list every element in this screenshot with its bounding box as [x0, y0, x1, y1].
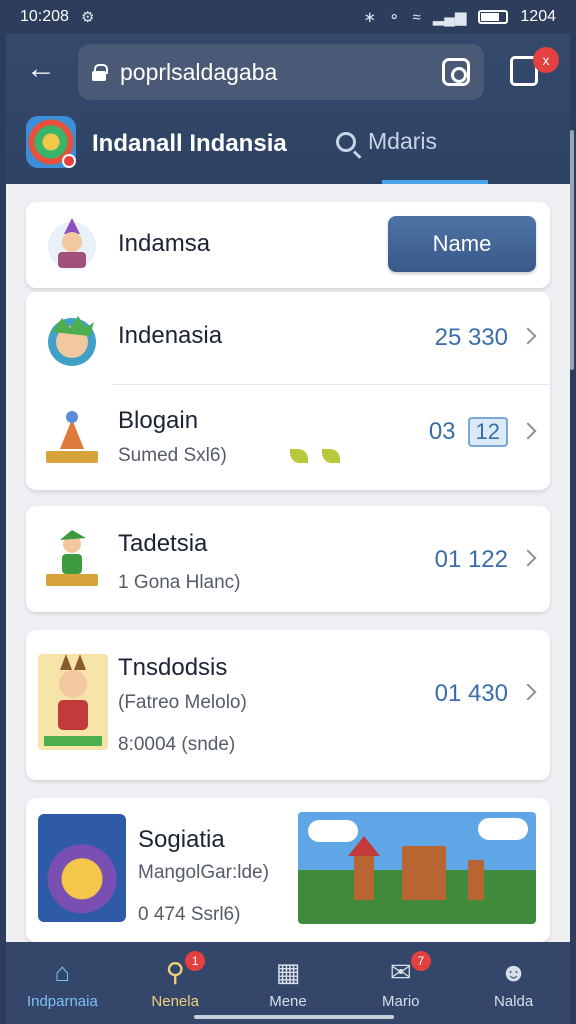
list-item[interactable]: Tadetsia 1 Gona Hlanc) 01 122 — [26, 506, 550, 612]
chevron-right-icon — [519, 327, 537, 345]
row-value: 03 12 — [429, 417, 508, 447]
row-detail: 8:0004 (snde) — [118, 734, 236, 755]
game-cover-icon — [38, 814, 126, 922]
tabs-badge: x — [533, 47, 559, 73]
wifi-icon: ≈ — [412, 8, 421, 26]
leaf-icon — [290, 449, 308, 463]
camera-icon[interactable] — [442, 58, 470, 86]
nav-item-profile[interactable]: ☻ Nalda — [464, 957, 564, 1010]
warrior-avatar-icon — [38, 654, 108, 750]
nav-label: Nalda — [493, 992, 534, 1010]
card-game: Sogiatia MangolGar:lde) 0 474 Ssrl6) — [26, 798, 550, 942]
signal-icon: ▂▄▆ — [432, 9, 467, 26]
nav-item-inbox[interactable]: ✉ 7 Mario — [351, 950, 451, 1010]
card-item: Tadetsia 1 Gona Hlanc) 01 122 — [26, 506, 550, 612]
tower-roof — [348, 836, 380, 856]
castle — [402, 846, 446, 900]
tabs-button[interactable]: x — [510, 47, 559, 86]
card-profile: Indamsa Name — [26, 202, 550, 288]
trophy-icon — [46, 411, 98, 463]
row-subtitle: MangolGar:lde) — [138, 862, 269, 883]
pillar — [468, 860, 484, 900]
search-icon — [336, 131, 356, 152]
nav-label: Mario — [382, 992, 420, 1010]
row-title: Tnsdodsis — [118, 654, 228, 681]
elf-avatar-icon — [46, 530, 98, 586]
wizard-avatar-icon — [48, 218, 96, 270]
nav-label: Mene — [269, 992, 307, 1010]
nav-item-search[interactable]: ⚲ 1 Nenela — [125, 950, 225, 1010]
profile-icon: ☻ — [499, 956, 528, 987]
bottom-nav: ⌂ Indparnaia ⚲ 1 Nenela ▦ Mene ✉ 7 Mario… — [6, 942, 570, 1024]
app-header: ← poprlsaldagaba x Indanall Indansia Mda… — [6, 34, 570, 184]
nav-label: Indparnaia — [26, 992, 98, 1010]
row-value: 01 122 — [434, 546, 508, 573]
chevron-right-icon — [519, 422, 537, 440]
character-avatar-icon — [48, 316, 96, 366]
bluetooth-icon: ∗ — [363, 9, 376, 26]
list-item[interactable]: Indenasia 25 330 — [26, 292, 550, 384]
list-item[interactable]: Blogain Sumed Sxl6) 03 12 — [26, 385, 550, 490]
leaf-icon — [322, 449, 340, 463]
grid-icon: ▦ — [275, 956, 301, 987]
battery-icon — [478, 10, 509, 24]
tower — [354, 854, 374, 900]
nav-item-menu[interactable]: ▦ Mene — [238, 957, 338, 1010]
row-detail: 0 474 Ssrl6) — [138, 904, 241, 925]
home-icon: ⌂ — [54, 956, 71, 987]
alarm-icon: ⚬ — [387, 9, 401, 26]
status-bar: 10:208 ⚙ ∗ ⚬ ≈ ▂▄▆ 1204 — [6, 0, 570, 34]
app-logo — [26, 116, 76, 168]
row-title: Tadetsia — [118, 530, 208, 557]
nav-badge: 1 — [185, 950, 206, 971]
game-preview-image[interactable] — [298, 812, 536, 924]
home-indicator[interactable] — [194, 1015, 394, 1019]
tab-search[interactable]: Mdaris — [336, 128, 437, 155]
row-value-text: 03 — [428, 418, 456, 445]
back-arrow-icon[interactable]: ← — [24, 54, 58, 88]
row-title: Indenasia — [118, 322, 223, 349]
status-time: 10:208 — [20, 8, 69, 25]
row-subtitle: (Fatreo Melolo) — [118, 692, 247, 713]
search-tab-label: Mdaris — [368, 128, 438, 154]
row-value: 25 330 — [434, 324, 508, 351]
row-value: 01 430 — [434, 680, 508, 707]
list-item[interactable]: Tnsdodsis (Fatreo Melolo) 8:0004 (snde) … — [26, 630, 550, 780]
list-item[interactable]: Sogiatia MangolGar:lde) 0 474 Ssrl6) — [26, 798, 550, 942]
row-subtitle: Sumed Sxl6) — [118, 445, 227, 466]
logo-dot — [62, 154, 76, 168]
nav-item-home[interactable]: ⌂ Indparnaia — [12, 957, 112, 1010]
card-item: Tnsdodsis (Fatreo Melolo) 8:0004 (snde) … — [26, 630, 550, 780]
app-screen: 10:208 ⚙ ∗ ⚬ ≈ ▂▄▆ 1204 ← poprlsaldagaba… — [6, 0, 570, 1024]
nav-label: Nenela — [151, 992, 199, 1010]
row-title: Indamsa — [118, 230, 211, 257]
url-text[interactable]: poprlsaldagaba — [120, 59, 442, 86]
status-right-text: 1204 — [520, 8, 556, 25]
scrollbar[interactable] — [570, 130, 574, 370]
card-stats: Indenasia 25 330 Blogain Sumed Sxl6) 03 … — [26, 292, 550, 490]
value-badge: 12 — [467, 417, 508, 447]
name-button[interactable]: Name — [388, 216, 536, 272]
lock-icon — [92, 64, 108, 81]
row-subtitle: 1 Gona Hlanc) — [118, 572, 241, 593]
row-title: Sogiatia — [138, 826, 225, 853]
list-item: Indamsa Name — [26, 202, 550, 288]
settings-status-icon: ⚙ — [80, 9, 95, 26]
chevron-right-icon — [519, 549, 537, 567]
app-title: Indanall Indansia — [92, 130, 287, 157]
cloud — [478, 818, 528, 840]
nav-badge: 7 — [410, 950, 431, 971]
active-tab-indicator — [382, 180, 488, 184]
leaf-icons — [290, 449, 340, 463]
chevron-right-icon — [519, 683, 537, 701]
row-title: Blogain — [118, 407, 199, 434]
url-bar[interactable]: poprlsaldagaba — [78, 44, 484, 100]
